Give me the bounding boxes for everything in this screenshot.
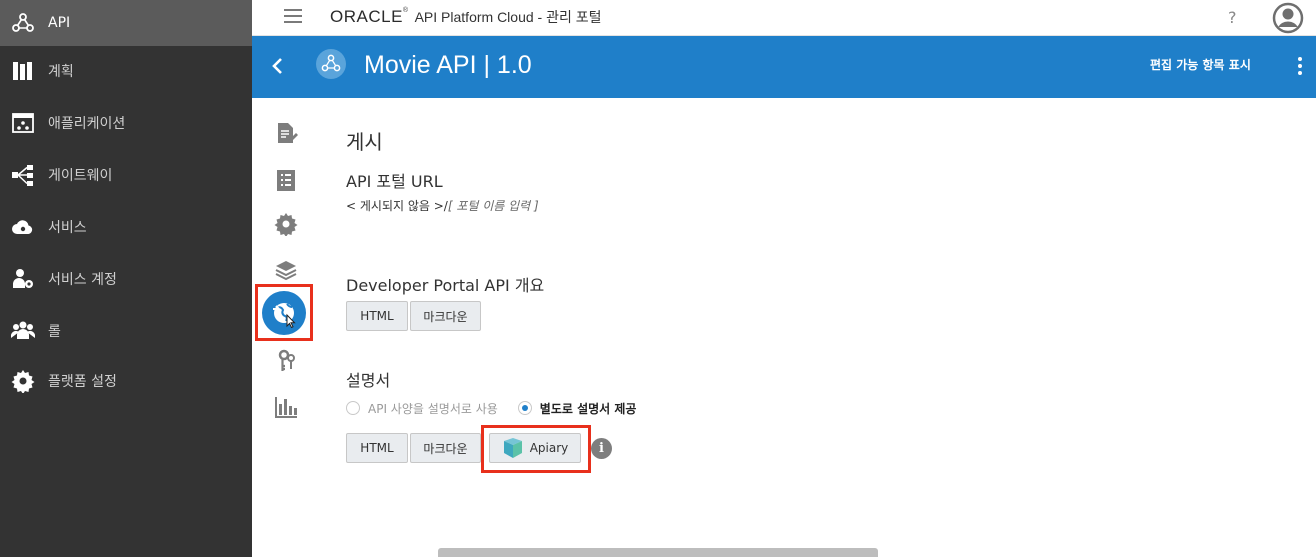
overview-heading: Developer Portal API 개요	[346, 276, 545, 295]
api-header: Movie API | 1.0 편집 가능 항목 표시	[252, 36, 1316, 98]
info-icon[interactable]: i	[591, 438, 612, 459]
top-bar: ORACLE® API Platform Cloud - 관리 포털 ?	[252, 0, 1316, 36]
app-logo: ORACLE® API Platform Cloud - 관리 포털	[330, 7, 602, 26]
nav-label-services: 서비스	[48, 220, 87, 236]
settings-gear-icon[interactable]	[274, 212, 298, 237]
analytics-chart-icon[interactable]	[274, 395, 298, 419]
radio-use-api-spec[interactable]	[346, 401, 360, 415]
service-accounts-icon	[11, 267, 35, 291]
docs-markdown-button[interactable]: 마크다운	[410, 433, 481, 463]
nav-item-platform-settings[interactable]: 플랫폼 설정	[0, 358, 252, 404]
nav-item-roles[interactable]: 롤	[0, 308, 252, 354]
app-title: API Platform Cloud - 관리 포털	[414, 9, 602, 25]
portal-name-input[interactable]: [ 포털 이름 입력 ]	[448, 199, 539, 213]
back-arrow-icon[interactable]	[266, 54, 290, 78]
nav-item-applications[interactable]: 애플리케이션	[0, 100, 252, 146]
api-icon	[11, 11, 35, 35]
overview-html-button[interactable]: HTML	[346, 301, 408, 331]
show-editable-items-button[interactable]: 편집 가능 항목 표시	[1150, 56, 1251, 73]
deployments-layers-icon[interactable]	[274, 258, 298, 282]
overview-markdown-button[interactable]: 마크다운	[410, 301, 481, 331]
nav-label-api: API	[48, 15, 71, 31]
page-title: 게시	[346, 130, 383, 154]
nav-label-platform-settings: 플랫폼 설정	[48, 374, 117, 390]
left-nav: API 계획 애플리케이션 게이트웨이 서비스 서비스 계정 롤 플랫폼 설정	[0, 0, 252, 557]
radio-separate-docs-label: 별도로 설명서 제공	[539, 401, 637, 416]
portal-url-prefix: < 게시되지 않음 >/	[346, 199, 448, 213]
documentation-source-radios: API 사양을 설명서로 사용 별도로 설명서 제공	[346, 400, 636, 416]
nav-item-plans[interactable]: 계획	[0, 48, 252, 94]
nav-label-plans: 계획	[48, 64, 74, 80]
apiary-logo-icon	[503, 438, 522, 458]
portal-url-value: < 게시되지 않음 >/[ 포털 이름 입력 ]	[346, 197, 539, 214]
oracle-logo: ORACLE	[330, 7, 403, 26]
api-title: Movie API | 1.0	[364, 51, 532, 79]
grants-keys-icon[interactable]	[274, 349, 298, 373]
more-options-icon[interactable]	[1298, 57, 1302, 75]
applications-icon	[11, 111, 35, 135]
horizontal-scrollbar[interactable]	[438, 548, 878, 557]
nav-item-gateways[interactable]: 게이트웨이	[0, 152, 252, 198]
nav-label-gateways: 게이트웨이	[48, 168, 113, 184]
apiary-button[interactable]: Apiary	[489, 433, 581, 463]
roles-icon	[11, 319, 35, 343]
nav-item-services[interactable]: 서비스	[0, 204, 252, 250]
radio-use-api-spec-label: API 사양을 설명서로 사용	[368, 401, 498, 416]
gateways-icon	[11, 163, 35, 187]
documentation-heading: 설명서	[346, 371, 391, 390]
user-avatar-icon[interactable]	[1272, 2, 1304, 34]
api-badge-icon	[316, 49, 346, 79]
plans-icon	[11, 59, 35, 83]
api-request-icon[interactable]	[274, 168, 298, 192]
apiary-button-label: Apiary	[529, 441, 569, 455]
nav-item-api[interactable]: API	[0, 0, 252, 46]
docs-html-button[interactable]: HTML	[346, 433, 408, 463]
nav-label-applications: 애플리케이션	[48, 116, 126, 132]
api-implementation-icon[interactable]	[274, 121, 298, 145]
radio-separate-docs[interactable]	[517, 401, 532, 415]
publication-tab[interactable]	[262, 291, 306, 335]
nav-label-roles: 롤	[48, 324, 61, 340]
help-icon[interactable]: ?	[1228, 8, 1237, 27]
publish-globe-icon	[273, 303, 296, 329]
platform-settings-icon	[11, 369, 35, 393]
hamburger-menu-icon[interactable]	[284, 9, 302, 23]
portal-url-heading: API 포털 URL	[346, 172, 443, 191]
nav-label-service-accounts: 서비스 계정	[48, 272, 117, 288]
nav-item-service-accounts[interactable]: 서비스 계정	[0, 256, 252, 302]
services-icon	[11, 215, 35, 239]
